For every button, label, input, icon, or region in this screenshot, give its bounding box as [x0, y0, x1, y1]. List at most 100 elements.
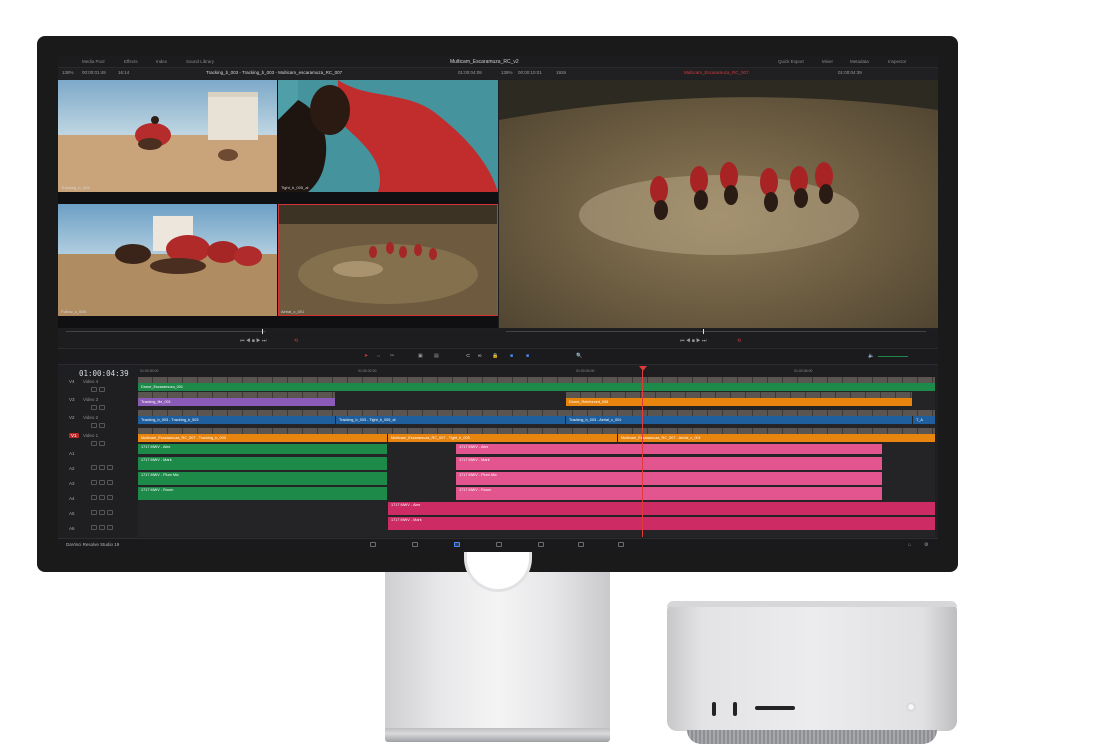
lock-track-button[interactable]	[91, 495, 97, 500]
audio-clip[interactable]: 1717 MWV - Mark	[388, 517, 935, 530]
record-zoom[interactable]: 138%	[501, 70, 513, 75]
timeline-clip[interactable]: Multicam_Escaramuza_RC_007 - Aerial_c_00…	[618, 434, 935, 442]
track-name: A4	[69, 496, 75, 501]
inspector-button[interactable]: Inspector	[888, 59, 907, 64]
record-scrubber[interactable]	[506, 331, 926, 332]
flag-icon[interactable]: ■	[510, 353, 513, 359]
edit-page-icon[interactable]	[454, 542, 460, 547]
lock-track-button[interactable]	[91, 510, 97, 515]
index-button[interactable]: Index	[156, 59, 167, 64]
record-scrub-handle[interactable]	[703, 329, 704, 334]
track-name: A1	[69, 451, 75, 456]
audio-clip[interactable]: 1717 MWV - Alex	[388, 502, 935, 515]
lock-icon[interactable]: 🔒	[492, 353, 498, 359]
playhead-handle[interactable]	[639, 366, 647, 371]
metadata-button[interactable]: Metadata	[850, 59, 869, 64]
cut-page-icon[interactable]	[412, 542, 418, 547]
timeline-clip[interactable]: T_A	[913, 416, 935, 424]
audio-clip[interactable]: 1717 MWV - Room	[456, 487, 882, 500]
timeline-clip[interactable]: Tracking_b_003 - Tight_b_005_al	[336, 416, 565, 424]
media-page-icon[interactable]	[370, 542, 376, 547]
audio-clip[interactable]: 1717 MWV - Alex	[456, 444, 882, 454]
timeline-clip[interactable]: Tracking_file_001	[138, 398, 335, 406]
source-zoom[interactable]: 138%	[62, 70, 74, 75]
selection-tool-icon[interactable]: ➤	[364, 353, 368, 359]
color-page-icon[interactable]	[538, 542, 544, 547]
solo-button[interactable]	[99, 465, 105, 470]
timeline-clip[interactable]: Tracking_b_003 - Aerial_c_001	[566, 416, 912, 424]
record-transport-icon[interactable]: ⏮ ◀ ■ ▶ ⏭	[680, 338, 707, 344]
timeline-tracks[interactable]: Drone_Escaramuza_001 Tracking_file_001 D…	[138, 377, 935, 537]
record-loop-icon[interactable]: ⟲	[737, 338, 741, 344]
angle-1-label: Tracking_b_003	[61, 185, 90, 190]
timeline-clip[interactable]: Drone_Escaramuza_001	[138, 383, 935, 391]
audio-clip[interactable]: 1717 MWV - Room	[138, 487, 387, 500]
solo-button[interactable]	[99, 510, 105, 515]
lock-track-button[interactable]	[91, 525, 97, 530]
effects-button[interactable]: Effects	[124, 59, 138, 64]
lock-track-button[interactable]	[91, 405, 97, 410]
volume-slider[interactable]	[878, 356, 908, 357]
lock-track-button[interactable]	[91, 387, 97, 392]
solo-button[interactable]	[99, 525, 105, 530]
mute-button[interactable]	[107, 510, 113, 515]
solo-button[interactable]	[99, 480, 105, 485]
audio-clip[interactable]: 1717 MWV - Alex	[138, 444, 387, 454]
track-visibility-button[interactable]	[99, 387, 105, 392]
multicam-viewer[interactable]: Tracking_b_003 Tight_b_005_al Follow_c_0…	[58, 80, 498, 328]
lock-track-button[interactable]	[91, 465, 97, 470]
lock-track-button[interactable]	[91, 480, 97, 485]
volume-icon[interactable]: 🔈	[868, 353, 874, 359]
settings-gear-icon[interactable]: ⚙	[924, 542, 928, 548]
snapping-icon[interactable]: ⊂	[466, 353, 470, 359]
sd-card-slot	[755, 706, 795, 710]
angle-4-label: Aerial_c_001	[281, 309, 305, 314]
deliver-page-icon[interactable]	[618, 542, 624, 547]
mute-button[interactable]	[107, 480, 113, 485]
timeline-viewer[interactable]	[499, 80, 938, 328]
sound-library-button[interactable]: Sound Library	[186, 59, 214, 64]
track-visibility-button[interactable]	[99, 423, 105, 428]
source-transport-icon[interactable]: ⏮ ◀ ■ ▶ ⏭	[240, 338, 267, 344]
lock-track-button[interactable]	[91, 423, 97, 428]
audio-clip[interactable]: 1717 MWV - Plum Mic	[456, 472, 882, 485]
mute-button[interactable]	[107, 495, 113, 500]
home-icon[interactable]: ⌂	[908, 542, 911, 548]
fusion-page-icon[interactable]	[496, 542, 502, 547]
timeline-clip[interactable]: Multicam_Escaramuza_RC_007 - Tight_b_005	[388, 434, 617, 442]
source-loop-icon[interactable]: ⟲	[294, 338, 298, 344]
timeline-clip[interactable]: Drone_Reinforced_008	[566, 398, 912, 406]
angle-aerial-c-001[interactable]: Aerial_c_001	[278, 204, 498, 316]
angle-4-image	[278, 204, 498, 316]
overwrite-clip-icon[interactable]: ▤	[434, 353, 439, 359]
track-visibility-button[interactable]	[99, 405, 105, 410]
angle-tight-b-005[interactable]: Tight_b_005_al	[278, 80, 498, 192]
insert-clip-icon[interactable]: ▣	[418, 353, 423, 359]
timeline-ruler[interactable]: 01:00:00:00 01:00:02:00 01:00:04:00 01:0…	[138, 367, 935, 377]
mute-button[interactable]	[107, 525, 113, 530]
timeline-clip[interactable]: Tracking_b_003 - Tracking_b_003	[138, 416, 335, 424]
solo-button[interactable]	[99, 495, 105, 500]
fairlight-page-icon[interactable]	[578, 542, 584, 547]
angle-tracking-b-003[interactable]: Tracking_b_003	[58, 80, 277, 192]
blade-tool-icon[interactable]: ✂	[390, 353, 394, 359]
media-pool-button[interactable]: Media Pool	[82, 59, 105, 64]
marker-icon[interactable]: ■	[526, 353, 529, 359]
audio-clip[interactable]: 1717 MWV - Plum Mic	[138, 472, 387, 485]
source-scrubber[interactable]	[66, 331, 266, 332]
mixer-button[interactable]: Mixer	[822, 59, 833, 64]
audio-clip[interactable]: 1717 MWV - Mark	[138, 457, 387, 470]
audio-clip[interactable]: 1717 MWV - Mark	[456, 457, 882, 470]
quick-export-button[interactable]: Quick Export	[778, 59, 804, 64]
track-label: Video 1	[83, 433, 99, 438]
angle-follow-c-008[interactable]: Follow_c_008	[58, 204, 277, 316]
lock-track-button[interactable]	[91, 441, 97, 446]
trim-tool-icon[interactable]: ⇔	[376, 353, 381, 359]
source-scrub-handle[interactable]	[262, 329, 263, 334]
playhead[interactable]	[642, 367, 643, 537]
timeline-clip[interactable]: Multicam_Escaramuza_RC_007 - Tracking_b_…	[138, 434, 387, 442]
track-visibility-button[interactable]	[99, 441, 105, 446]
link-icon[interactable]: ∞	[478, 353, 482, 359]
zoom-icon[interactable]: 🔍	[576, 353, 582, 359]
mute-button[interactable]	[107, 465, 113, 470]
